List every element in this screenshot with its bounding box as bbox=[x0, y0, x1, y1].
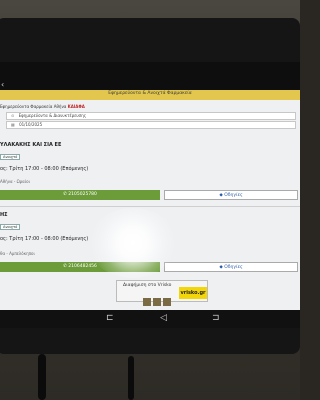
directions-button[interactable]: ◆ Οδηγίες bbox=[164, 262, 298, 272]
pharmacy-hours: ος: Τρίτη 17:00 - 08:00 (Επόμενης) bbox=[0, 166, 89, 172]
pharmacy-hours: ος: Τρίτη 17:00 - 08:00 (Επόμενης) bbox=[0, 236, 89, 242]
pharmacy-name: ΥΛΑΚΑΚΗΣ ΚΑΙ ΣΙΑ ΕΕ bbox=[0, 142, 62, 148]
pharmacy-address: Αθήνα - Ωραίοι bbox=[0, 179, 30, 184]
power-cable bbox=[128, 356, 134, 400]
pharmacy-name: ΗΣ bbox=[0, 212, 8, 218]
directions-label: Οδηγίες bbox=[224, 193, 243, 198]
pharmacy-address: θα - Αμπελόκηποι bbox=[0, 251, 35, 256]
nav-home-icon[interactable]: ⊐ bbox=[212, 313, 220, 323]
android-nav-bar: ⊏ ◁ ⊐ bbox=[0, 310, 300, 328]
nav-recent-icon[interactable]: ⊏ bbox=[106, 313, 114, 323]
filter-summary: Εφημερεύοντα Φαρμακεία Αθήνα ΚΑΙΑΦΑ bbox=[0, 104, 85, 109]
power-cable bbox=[38, 354, 46, 400]
ad-brand-logo: vrisko.gr bbox=[179, 287, 207, 299]
filter-area: ΚΑΙΑΦΑ bbox=[67, 104, 85, 109]
advertisement-banner[interactable]: Διαφήμιση στο Vrisko vrisko.gr bbox=[116, 280, 208, 306]
location-icon: ⊙ bbox=[11, 113, 15, 118]
page-title: Εφημερεύοντα & Ανοιχτά Φαρμακεία bbox=[108, 91, 192, 96]
filter-prefix: Εφημερεύοντα Φαρμακεία bbox=[0, 104, 53, 109]
ad-image bbox=[143, 291, 173, 306]
directions-label: Οδηγίες bbox=[224, 265, 243, 270]
back-arrow-icon[interactable]: ‹ bbox=[1, 80, 4, 89]
filter-city: Αθήνα bbox=[53, 104, 67, 109]
date-value: 01/10/2025 bbox=[19, 122, 43, 127]
nav-back-icon[interactable]: ◁ bbox=[160, 313, 167, 323]
divider bbox=[0, 206, 300, 207]
directions-button[interactable]: ◆ Οδηγίες bbox=[164, 190, 298, 200]
status-badge: Ανοιχτό bbox=[0, 154, 21, 160]
pharmacy-type-value: Εφημερεύοντα & Διανυκτέρευσης bbox=[18, 113, 87, 118]
phone-number: 2105025780 bbox=[68, 192, 97, 197]
pharmacy-type-select[interactable]: ⊙ Εφημερεύοντα & Διανυκτέρευσης bbox=[6, 112, 296, 120]
app-screen: ‹ Εφημερεύοντα & Ανοιχτά Φαρμακεία Εφημε… bbox=[0, 62, 300, 310]
status-area: ‹ bbox=[0, 62, 300, 92]
app-header: Εφημερεύοντα & Ανοιχτά Φαρμακεία bbox=[0, 90, 300, 100]
date-field[interactable]: ▦ 01/10/2025 bbox=[6, 121, 296, 129]
status-badge: Ανοιχτό bbox=[0, 224, 21, 230]
calendar-icon: ▦ bbox=[11, 122, 15, 127]
ad-label: Διαφήμιση στο Vrisko bbox=[123, 283, 172, 288]
phone-number: 2106482456 bbox=[68, 264, 97, 269]
call-button[interactable]: ✆ 2106482456 bbox=[0, 262, 160, 272]
call-button[interactable]: ✆ 2105025780 bbox=[0, 190, 160, 200]
